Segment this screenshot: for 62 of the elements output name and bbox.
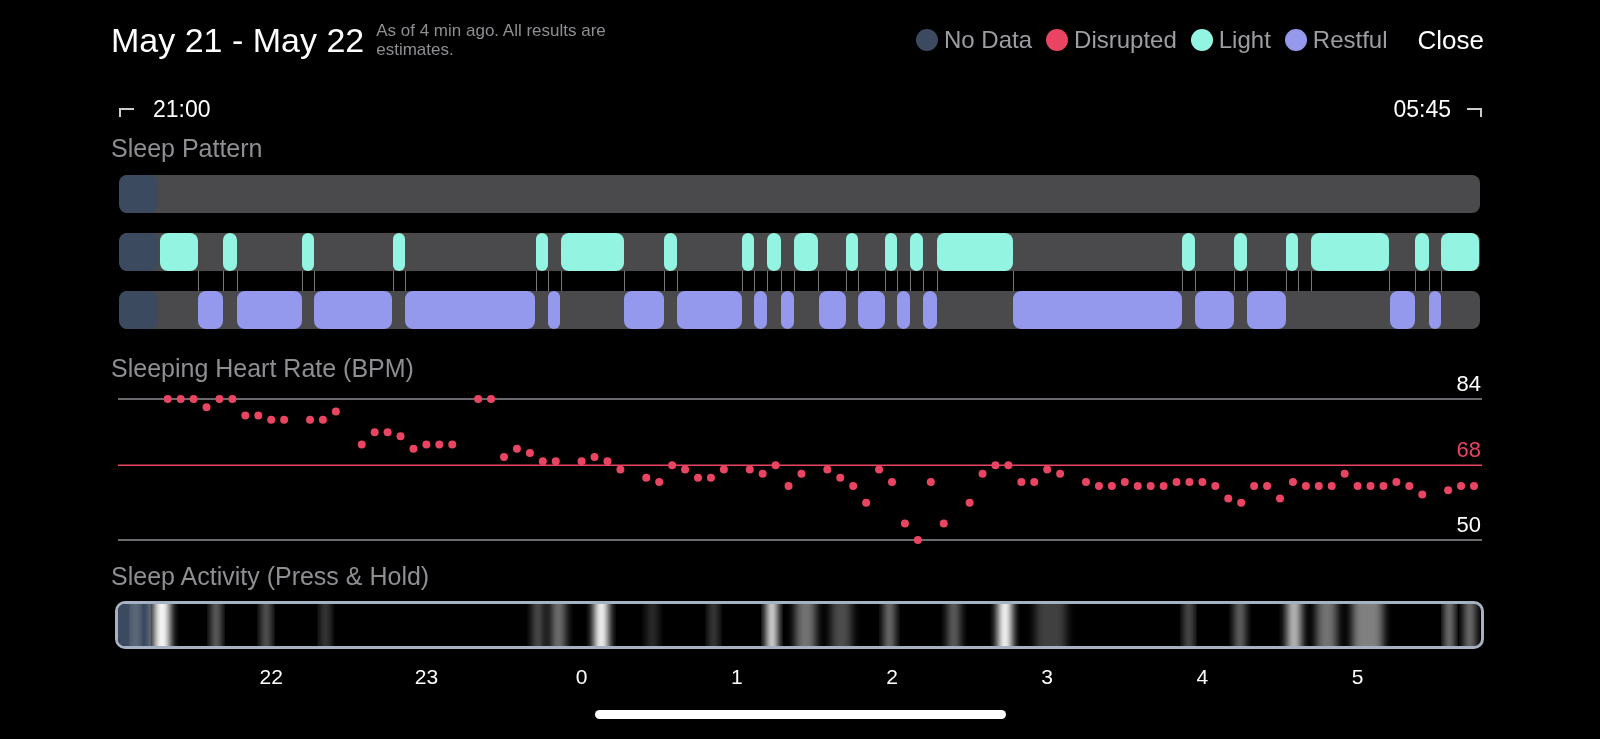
- restful-segment: [547, 291, 561, 329]
- restful-segment: [236, 291, 302, 329]
- hour-label: 2: [886, 665, 898, 689]
- restful-segment: [1428, 291, 1441, 329]
- restful-segment: [780, 291, 794, 329]
- restful-segment: [1194, 291, 1234, 329]
- section-title: Sleep Activity (Press & Hold): [111, 562, 430, 590]
- light-segment: [793, 233, 819, 271]
- subtitle-note: As of 4 min ago. All results are estimates.: [376, 21, 607, 59]
- hour-label: 0: [575, 665, 588, 689]
- light-segment: [1415, 233, 1429, 271]
- section-title: Sleep Pattern: [111, 134, 263, 162]
- sleep-activity-drawing[interactable]: [115, 601, 1484, 649]
- restful-segment: [923, 291, 937, 329]
- scale-label: 68: [1456, 437, 1481, 463]
- end-time: 05:45: [1393, 95, 1451, 123]
- restful-segment: [676, 291, 742, 329]
- light-segment: [160, 233, 198, 271]
- restful-segment: [896, 291, 911, 329]
- page-title: May 21 - May 22: [111, 20, 365, 60]
- restful-segment: [754, 291, 768, 329]
- light-segment: [884, 233, 897, 271]
- no-data-segment: [118, 175, 158, 213]
- restful-segment: [624, 291, 665, 329]
- legend-label: No Data: [944, 26, 1033, 54]
- light-segment: [535, 233, 548, 271]
- scale-label: 50: [1456, 512, 1481, 537]
- light-segment: [302, 233, 315, 271]
- light-segment: [223, 233, 237, 271]
- restful-segment: [819, 291, 846, 329]
- close-link[interactable]: Close: [1417, 24, 1484, 56]
- legend-label: Restful: [1312, 26, 1388, 54]
- restful-segment: [1246, 291, 1286, 329]
- light-segment: [664, 233, 677, 271]
- hour-label: 1: [730, 665, 743, 689]
- light-segment: [1233, 233, 1247, 271]
- scale-label: 84: [1456, 371, 1481, 396]
- hour-label: 4: [1196, 665, 1209, 689]
- hour-label: 3: [1041, 665, 1054, 689]
- light-segment: [561, 233, 625, 271]
- light-segment: [741, 233, 755, 271]
- light-segment: [1440, 233, 1479, 271]
- hour-label: 23: [414, 665, 439, 689]
- section-title: Sleeping Heart Rate (BPM): [111, 354, 414, 382]
- start-time: 21:00: [153, 95, 211, 123]
- restful-segment: [1389, 291, 1416, 329]
- light-segment: [767, 233, 781, 271]
- bracket-icon: [119, 107, 134, 117]
- restful-segment: [858, 291, 885, 329]
- legend-label: Disrupted: [1074, 26, 1177, 54]
- restful-segment: [197, 291, 224, 329]
- light-segment: [1285, 233, 1298, 271]
- hour-label: 5: [1351, 665, 1364, 689]
- hour-label: 22: [259, 665, 283, 689]
- no-data-segment: [118, 291, 158, 329]
- bracket-icon: [1467, 107, 1482, 117]
- legend-label: Light: [1218, 26, 1271, 54]
- no-data-segment: [118, 233, 158, 271]
- light-segment: [910, 233, 924, 271]
- light-segment: [845, 233, 859, 271]
- light-segment: [392, 233, 406, 271]
- light-segment: [1181, 233, 1195, 271]
